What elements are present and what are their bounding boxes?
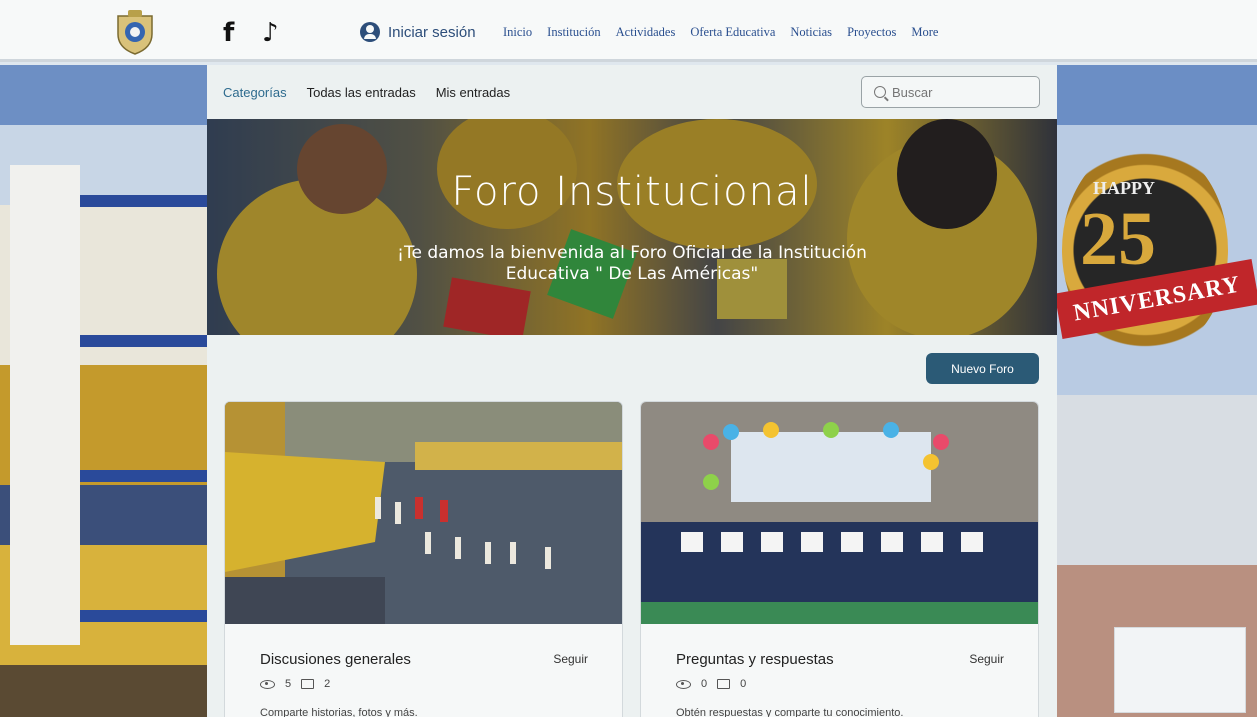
comments-icon	[301, 679, 315, 689]
building-stripe	[80, 335, 207, 347]
badge-number: 25	[1080, 197, 1156, 281]
forum-tabs: Categorías Todas las entradas Mis entrad…	[223, 85, 510, 100]
hero-banner: Foro Institucional ¡Te damos la bienveni…	[207, 119, 1057, 335]
forum-card-preguntas[interactable]: Preguntas y respuestas Seguir 0 0 Obtén …	[640, 401, 1039, 717]
hero-title: Foro Institucional	[451, 169, 813, 215]
nav-item-institucion[interactable]: Institución	[547, 25, 600, 40]
card-stats: 0 0	[676, 678, 746, 690]
building-stripe	[80, 195, 207, 207]
tiktok-icon[interactable]: ♪	[262, 18, 279, 48]
login-label: Iniciar sesión	[388, 23, 476, 41]
students-ceremony-photo	[641, 402, 1038, 624]
nav-item-actividades[interactable]: Actividades	[616, 25, 676, 40]
nav-item-more[interactable]: More	[911, 25, 938, 40]
follow-button[interactable]: Seguir	[969, 652, 1004, 666]
tab-todas-las-entradas[interactable]: Todas las entradas	[307, 85, 416, 100]
card-description: Comparte historias, fotos y más.	[260, 707, 418, 717]
login-button[interactable]: Iniciar sesión	[360, 22, 476, 42]
main-nav: Inicio Institución Actividades Oferta Ed…	[503, 25, 938, 40]
new-forum-button[interactable]: Nuevo Foro	[926, 353, 1039, 384]
views-count: 0	[701, 678, 708, 690]
tab-mis-entradas[interactable]: Mis entradas	[436, 85, 510, 100]
views-icon	[260, 679, 275, 689]
search-input[interactable]	[892, 84, 1012, 100]
hero-overlay	[207, 119, 1057, 335]
card-stats: 5 2	[260, 678, 330, 690]
card-title[interactable]: Preguntas y respuestas	[676, 651, 834, 668]
card-title[interactable]: Discusiones generales	[260, 651, 411, 668]
nav-item-oferta-educativa[interactable]: Oferta Educativa	[690, 25, 775, 40]
building-stripe	[80, 610, 207, 622]
building-stripe	[80, 470, 207, 482]
comments-count: 2	[324, 678, 331, 690]
comments-icon	[717, 679, 731, 689]
search-icon	[874, 86, 886, 98]
background-school-building-image	[0, 65, 207, 717]
nav-item-inicio[interactable]: Inicio	[503, 25, 532, 40]
forum-card-discusiones[interactable]: Discusiones generales Seguir 5 2 Compart…	[224, 401, 623, 717]
comments-count: 0	[740, 678, 747, 690]
school-courtyard-photo	[225, 402, 622, 624]
hero-subtitle: ¡Te damos la bienvenida al Foro Oficial …	[397, 243, 867, 284]
site-header: f ♪ Iniciar sesión Inicio Institución Ac…	[0, 0, 1257, 62]
chat-widget-placeholder[interactable]	[1114, 627, 1246, 713]
follow-button[interactable]: Seguir	[553, 652, 588, 666]
views-count: 5	[285, 678, 292, 690]
views-icon	[676, 679, 691, 689]
search-box[interactable]	[861, 76, 1040, 108]
facebook-icon[interactable]: f	[223, 18, 234, 48]
forum-main: Categorías Todas las entradas Mis entrad…	[207, 65, 1057, 717]
school-crest-logo[interactable]	[112, 8, 158, 56]
building-wall	[10, 165, 80, 645]
nav-item-proyectos[interactable]: Proyectos	[847, 25, 896, 40]
user-avatar-icon	[360, 22, 380, 42]
tab-categorias[interactable]: Categorías	[223, 85, 287, 100]
nav-item-noticias[interactable]: Noticias	[790, 25, 832, 40]
card-description: Obtén respuestas y comparte tu conocimie…	[676, 707, 904, 717]
